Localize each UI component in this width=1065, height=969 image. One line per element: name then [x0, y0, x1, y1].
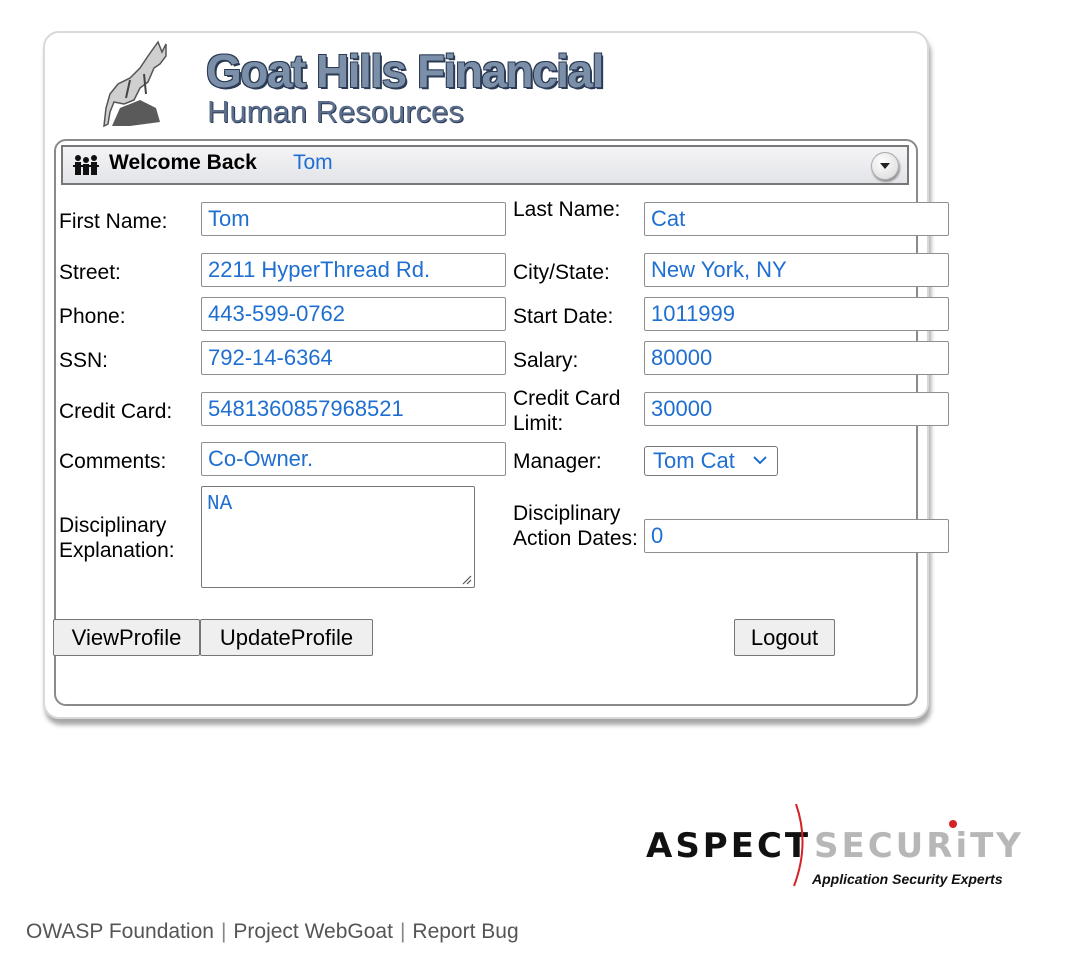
manager-select[interactable]: Tom Cat [644, 446, 778, 476]
last-name-field[interactable]: Cat [644, 202, 949, 236]
city-state-label: City/State: [513, 261, 610, 284]
street-label: Street: [59, 261, 121, 284]
disciplinary-explanation-label: Disciplinary Explanation: [59, 514, 175, 562]
disciplinary-explanation-textarea[interactable]: NA [201, 486, 475, 588]
goat-logo-icon [103, 40, 167, 128]
phone-field[interactable]: 443-599-0762 [201, 297, 506, 331]
start-date-field[interactable]: 1011999 [644, 297, 949, 331]
salary-field[interactable]: 80000 [644, 341, 949, 375]
aspect-security-logo: ASPECT SECURiTY Application Security Exp… [646, 804, 1021, 888]
footer-link-report-bug[interactable]: Report Bug [412, 920, 518, 943]
welcome-text: Welcome Back [109, 151, 257, 174]
city-state-field[interactable]: New York, NY [644, 253, 949, 287]
disciplinary-action-dates-field[interactable]: 0 [644, 519, 949, 553]
credit-card-field[interactable]: 5481360857968521 [201, 392, 506, 426]
footer-separator: | [399, 920, 406, 943]
credit-card-limit-label: Credit Card Limit: [513, 387, 621, 435]
comments-field[interactable]: Co-Owner. [201, 442, 506, 476]
manager-label: Manager: [513, 450, 602, 473]
people-icon [73, 155, 99, 175]
comments-label: Comments: [59, 450, 167, 473]
view-profile-button[interactable]: ViewProfile [53, 619, 200, 656]
disciplinary-action-dates-label: Disciplinary Action Dates: [513, 502, 638, 550]
credit-card-label: Credit Card: [59, 400, 173, 423]
update-profile-button[interactable]: UpdateProfile [200, 619, 373, 656]
welcome-bar: Welcome Back Tom [61, 145, 909, 185]
resize-grip-icon[interactable] [460, 573, 472, 585]
ssn-field[interactable]: 792-14-6364 [201, 341, 506, 375]
first-name-field[interactable]: Tom [201, 202, 506, 236]
start-date-label: Start Date: [513, 305, 614, 328]
logout-button[interactable]: Logout [734, 619, 835, 656]
footer-link-owasp[interactable]: OWASP Foundation [26, 920, 214, 943]
manager-selected-value: Tom Cat [653, 448, 735, 473]
footer-link-webgoat[interactable]: Project WebGoat [233, 920, 393, 943]
dropdown-circle-icon[interactable] [871, 152, 899, 180]
app-title: Goat Hills Financial [206, 45, 604, 97]
credit-card-limit-field[interactable]: 30000 [644, 392, 949, 426]
salary-label: Salary: [513, 349, 579, 372]
chevron-down-icon [753, 456, 767, 465]
last-name-label: Last Name: [513, 198, 621, 221]
app-subtitle: Human Resources [207, 94, 464, 129]
first-name-label: First Name: [59, 210, 168, 233]
red-dot-icon [949, 820, 957, 828]
ssn-label: SSN: [59, 349, 109, 372]
footer-links: OWASP Foundation | Project WebGoat | Report … [26, 920, 519, 944]
street-field[interactable]: 2211 HyperThread Rd. [201, 253, 506, 287]
sponsor-tagline: Application Security Experts [812, 871, 1003, 887]
welcome-username: Tom [293, 151, 333, 174]
disciplinary-explanation-value: NA [207, 493, 233, 516]
security-word: SECURiTY [814, 826, 1024, 866]
footer-separator: | [220, 920, 227, 943]
phone-label: Phone: [59, 305, 126, 328]
